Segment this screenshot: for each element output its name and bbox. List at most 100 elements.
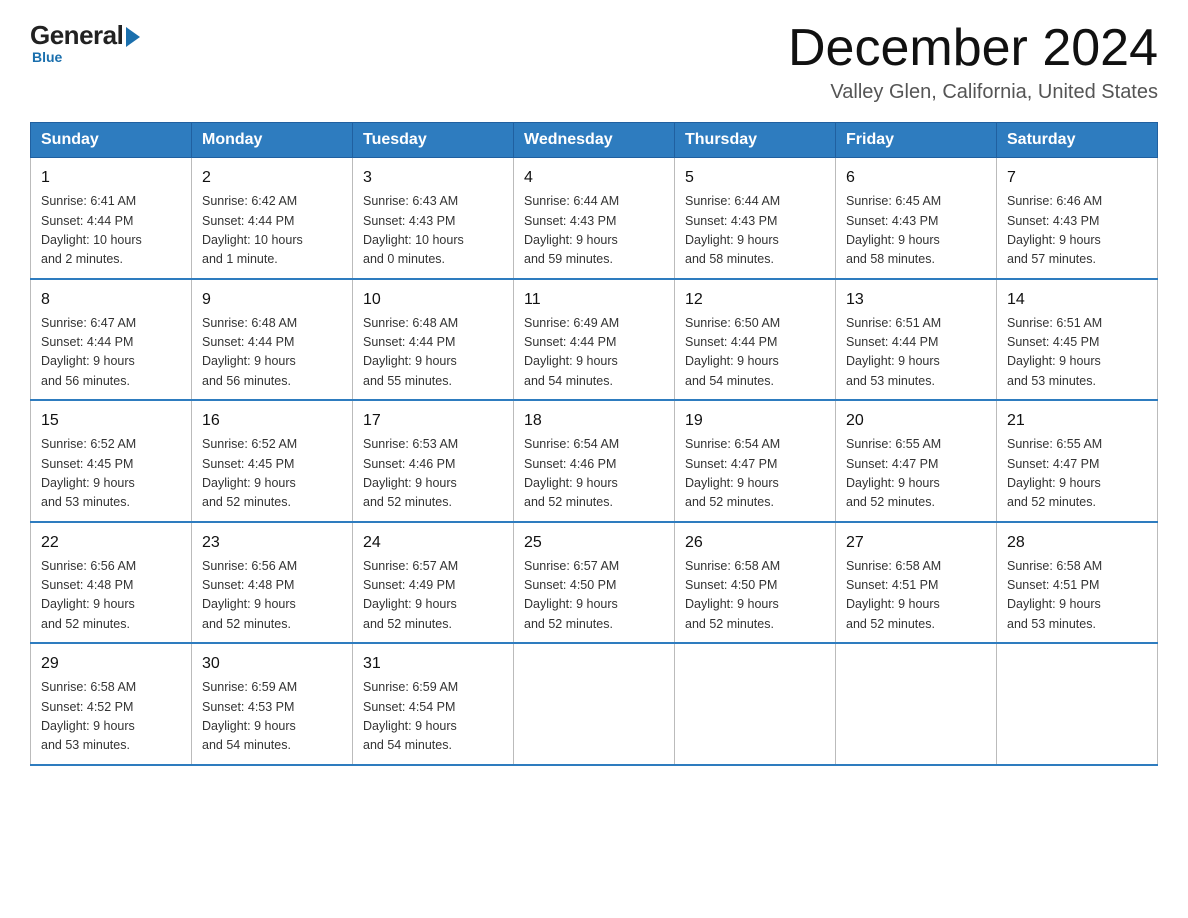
- logo-triangle-icon: [126, 27, 140, 47]
- day-info: Sunrise: 6:44 AMSunset: 4:43 PMDaylight:…: [685, 192, 825, 270]
- day-number: 23: [202, 531, 342, 555]
- calendar-day-cell: 8Sunrise: 6:47 AMSunset: 4:44 PMDaylight…: [31, 279, 192, 401]
- day-number: 6: [846, 166, 986, 190]
- calendar-day-cell: [997, 643, 1158, 765]
- day-info: Sunrise: 6:57 AMSunset: 4:50 PMDaylight:…: [524, 557, 664, 635]
- calendar-header-wednesday: Wednesday: [514, 123, 675, 158]
- day-info: Sunrise: 6:52 AMSunset: 4:45 PMDaylight:…: [41, 435, 181, 513]
- day-info: Sunrise: 6:57 AMSunset: 4:49 PMDaylight:…: [363, 557, 503, 635]
- calendar-day-cell: 9Sunrise: 6:48 AMSunset: 4:44 PMDaylight…: [192, 279, 353, 401]
- calendar-day-cell: 19Sunrise: 6:54 AMSunset: 4:47 PMDayligh…: [675, 400, 836, 522]
- logo-general-text: General: [30, 20, 123, 51]
- calendar-day-cell: 6Sunrise: 6:45 AMSunset: 4:43 PMDaylight…: [836, 158, 997, 279]
- calendar-day-cell: [836, 643, 997, 765]
- day-info: Sunrise: 6:58 AMSunset: 4:51 PMDaylight:…: [1007, 557, 1147, 635]
- day-info: Sunrise: 6:47 AMSunset: 4:44 PMDaylight:…: [41, 314, 181, 392]
- day-number: 11: [524, 288, 664, 312]
- day-number: 4: [524, 166, 664, 190]
- day-info: Sunrise: 6:50 AMSunset: 4:44 PMDaylight:…: [685, 314, 825, 392]
- title-block: December 2024 Valley Glen, California, U…: [788, 20, 1158, 104]
- day-info: Sunrise: 6:56 AMSunset: 4:48 PMDaylight:…: [41, 557, 181, 635]
- calendar-day-cell: 26Sunrise: 6:58 AMSunset: 4:50 PMDayligh…: [675, 522, 836, 644]
- day-info: Sunrise: 6:41 AMSunset: 4:44 PMDaylight:…: [41, 192, 181, 270]
- day-info: Sunrise: 6:56 AMSunset: 4:48 PMDaylight:…: [202, 557, 342, 635]
- day-number: 22: [41, 531, 181, 555]
- month-title: December 2024: [788, 20, 1158, 77]
- day-number: 14: [1007, 288, 1147, 312]
- day-number: 20: [846, 409, 986, 433]
- calendar-header-friday: Friday: [836, 123, 997, 158]
- day-info: Sunrise: 6:52 AMSunset: 4:45 PMDaylight:…: [202, 435, 342, 513]
- day-number: 26: [685, 531, 825, 555]
- calendar-day-cell: 25Sunrise: 6:57 AMSunset: 4:50 PMDayligh…: [514, 522, 675, 644]
- calendar-week-row: 29Sunrise: 6:58 AMSunset: 4:52 PMDayligh…: [31, 643, 1158, 765]
- calendar-day-cell: [514, 643, 675, 765]
- calendar-day-cell: 22Sunrise: 6:56 AMSunset: 4:48 PMDayligh…: [31, 522, 192, 644]
- location-text: Valley Glen, California, United States: [788, 81, 1158, 104]
- day-info: Sunrise: 6:58 AMSunset: 4:52 PMDaylight:…: [41, 678, 181, 756]
- day-number: 7: [1007, 166, 1147, 190]
- day-number: 18: [524, 409, 664, 433]
- calendar-day-cell: 16Sunrise: 6:52 AMSunset: 4:45 PMDayligh…: [192, 400, 353, 522]
- calendar-day-cell: 15Sunrise: 6:52 AMSunset: 4:45 PMDayligh…: [31, 400, 192, 522]
- logo: General Blue: [30, 20, 140, 65]
- calendar-week-row: 15Sunrise: 6:52 AMSunset: 4:45 PMDayligh…: [31, 400, 1158, 522]
- day-number: 21: [1007, 409, 1147, 433]
- day-info: Sunrise: 6:59 AMSunset: 4:54 PMDaylight:…: [363, 678, 503, 756]
- day-info: Sunrise: 6:48 AMSunset: 4:44 PMDaylight:…: [363, 314, 503, 392]
- day-info: Sunrise: 6:46 AMSunset: 4:43 PMDaylight:…: [1007, 192, 1147, 270]
- day-number: 31: [363, 652, 503, 676]
- calendar-day-cell: 11Sunrise: 6:49 AMSunset: 4:44 PMDayligh…: [514, 279, 675, 401]
- calendar-week-row: 8Sunrise: 6:47 AMSunset: 4:44 PMDaylight…: [31, 279, 1158, 401]
- day-info: Sunrise: 6:54 AMSunset: 4:46 PMDaylight:…: [524, 435, 664, 513]
- calendar-day-cell: 27Sunrise: 6:58 AMSunset: 4:51 PMDayligh…: [836, 522, 997, 644]
- day-info: Sunrise: 6:43 AMSunset: 4:43 PMDaylight:…: [363, 192, 503, 270]
- day-number: 17: [363, 409, 503, 433]
- logo-blue-text: Blue: [32, 49, 62, 65]
- calendar-day-cell: 5Sunrise: 6:44 AMSunset: 4:43 PMDaylight…: [675, 158, 836, 279]
- day-number: 5: [685, 166, 825, 190]
- day-info: Sunrise: 6:53 AMSunset: 4:46 PMDaylight:…: [363, 435, 503, 513]
- day-info: Sunrise: 6:59 AMSunset: 4:53 PMDaylight:…: [202, 678, 342, 756]
- day-info: Sunrise: 6:48 AMSunset: 4:44 PMDaylight:…: [202, 314, 342, 392]
- day-number: 3: [363, 166, 503, 190]
- day-info: Sunrise: 6:51 AMSunset: 4:45 PMDaylight:…: [1007, 314, 1147, 392]
- calendar-day-cell: 4Sunrise: 6:44 AMSunset: 4:43 PMDaylight…: [514, 158, 675, 279]
- day-number: 12: [685, 288, 825, 312]
- calendar-week-row: 22Sunrise: 6:56 AMSunset: 4:48 PMDayligh…: [31, 522, 1158, 644]
- calendar-day-cell: 10Sunrise: 6:48 AMSunset: 4:44 PMDayligh…: [353, 279, 514, 401]
- day-number: 13: [846, 288, 986, 312]
- day-info: Sunrise: 6:55 AMSunset: 4:47 PMDaylight:…: [846, 435, 986, 513]
- calendar-header-row: SundayMondayTuesdayWednesdayThursdayFrid…: [31, 123, 1158, 158]
- day-number: 28: [1007, 531, 1147, 555]
- day-number: 30: [202, 652, 342, 676]
- page-header: General Blue December 2024 Valley Glen, …: [30, 20, 1158, 104]
- calendar-day-cell: 21Sunrise: 6:55 AMSunset: 4:47 PMDayligh…: [997, 400, 1158, 522]
- calendar-day-cell: 7Sunrise: 6:46 AMSunset: 4:43 PMDaylight…: [997, 158, 1158, 279]
- day-number: 8: [41, 288, 181, 312]
- calendar-week-row: 1Sunrise: 6:41 AMSunset: 4:44 PMDaylight…: [31, 158, 1158, 279]
- day-info: Sunrise: 6:49 AMSunset: 4:44 PMDaylight:…: [524, 314, 664, 392]
- day-info: Sunrise: 6:51 AMSunset: 4:44 PMDaylight:…: [846, 314, 986, 392]
- calendar-header-monday: Monday: [192, 123, 353, 158]
- calendar-day-cell: 28Sunrise: 6:58 AMSunset: 4:51 PMDayligh…: [997, 522, 1158, 644]
- day-number: 19: [685, 409, 825, 433]
- calendar-day-cell: [675, 643, 836, 765]
- day-info: Sunrise: 6:58 AMSunset: 4:51 PMDaylight:…: [846, 557, 986, 635]
- day-number: 25: [524, 531, 664, 555]
- calendar-table: SundayMondayTuesdayWednesdayThursdayFrid…: [30, 122, 1158, 766]
- calendar-day-cell: 31Sunrise: 6:59 AMSunset: 4:54 PMDayligh…: [353, 643, 514, 765]
- calendar-header-tuesday: Tuesday: [353, 123, 514, 158]
- day-info: Sunrise: 6:54 AMSunset: 4:47 PMDaylight:…: [685, 435, 825, 513]
- calendar-day-cell: 13Sunrise: 6:51 AMSunset: 4:44 PMDayligh…: [836, 279, 997, 401]
- calendar-header-sunday: Sunday: [31, 123, 192, 158]
- calendar-header-thursday: Thursday: [675, 123, 836, 158]
- day-number: 27: [846, 531, 986, 555]
- calendar-day-cell: 2Sunrise: 6:42 AMSunset: 4:44 PMDaylight…: [192, 158, 353, 279]
- calendar-day-cell: 29Sunrise: 6:58 AMSunset: 4:52 PMDayligh…: [31, 643, 192, 765]
- day-info: Sunrise: 6:44 AMSunset: 4:43 PMDaylight:…: [524, 192, 664, 270]
- calendar-day-cell: 23Sunrise: 6:56 AMSunset: 4:48 PMDayligh…: [192, 522, 353, 644]
- calendar-day-cell: 24Sunrise: 6:57 AMSunset: 4:49 PMDayligh…: [353, 522, 514, 644]
- day-number: 1: [41, 166, 181, 190]
- day-number: 2: [202, 166, 342, 190]
